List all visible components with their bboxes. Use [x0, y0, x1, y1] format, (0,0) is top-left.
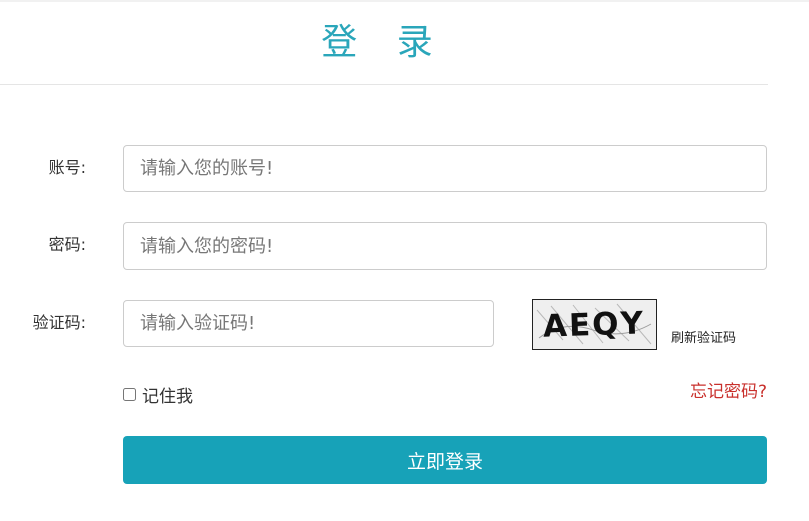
remember-checkbox[interactable]	[123, 388, 136, 401]
login-page: 登 录 账号: 密码: 验证码: AEQY 刷新验证码 记住我 忘记密码? 立即…	[0, 0, 809, 521]
page-title: 登 录	[321, 22, 447, 63]
password-input[interactable]	[123, 222, 767, 270]
password-label: 密码:	[48, 235, 86, 254]
account-label: 账号:	[48, 158, 86, 177]
captcha-image[interactable]: AEQY	[532, 299, 657, 350]
header-divider	[0, 84, 768, 85]
forgot-password-link[interactable]: 忘记密码?	[690, 382, 767, 402]
captcha-image-graphic: AEQY	[533, 300, 656, 349]
login-button[interactable]: 立即登录	[123, 436, 767, 484]
captcha-label: 验证码:	[32, 313, 86, 332]
remember-me[interactable]: 记住我	[123, 382, 193, 407]
remember-label: 记住我	[142, 387, 193, 407]
top-border	[0, 0, 809, 2]
captcha-text: AEQY	[542, 305, 645, 345]
refresh-captcha-link[interactable]: 刷新验证码	[671, 331, 736, 347]
account-input[interactable]	[123, 145, 767, 192]
captcha-input[interactable]	[123, 300, 494, 347]
